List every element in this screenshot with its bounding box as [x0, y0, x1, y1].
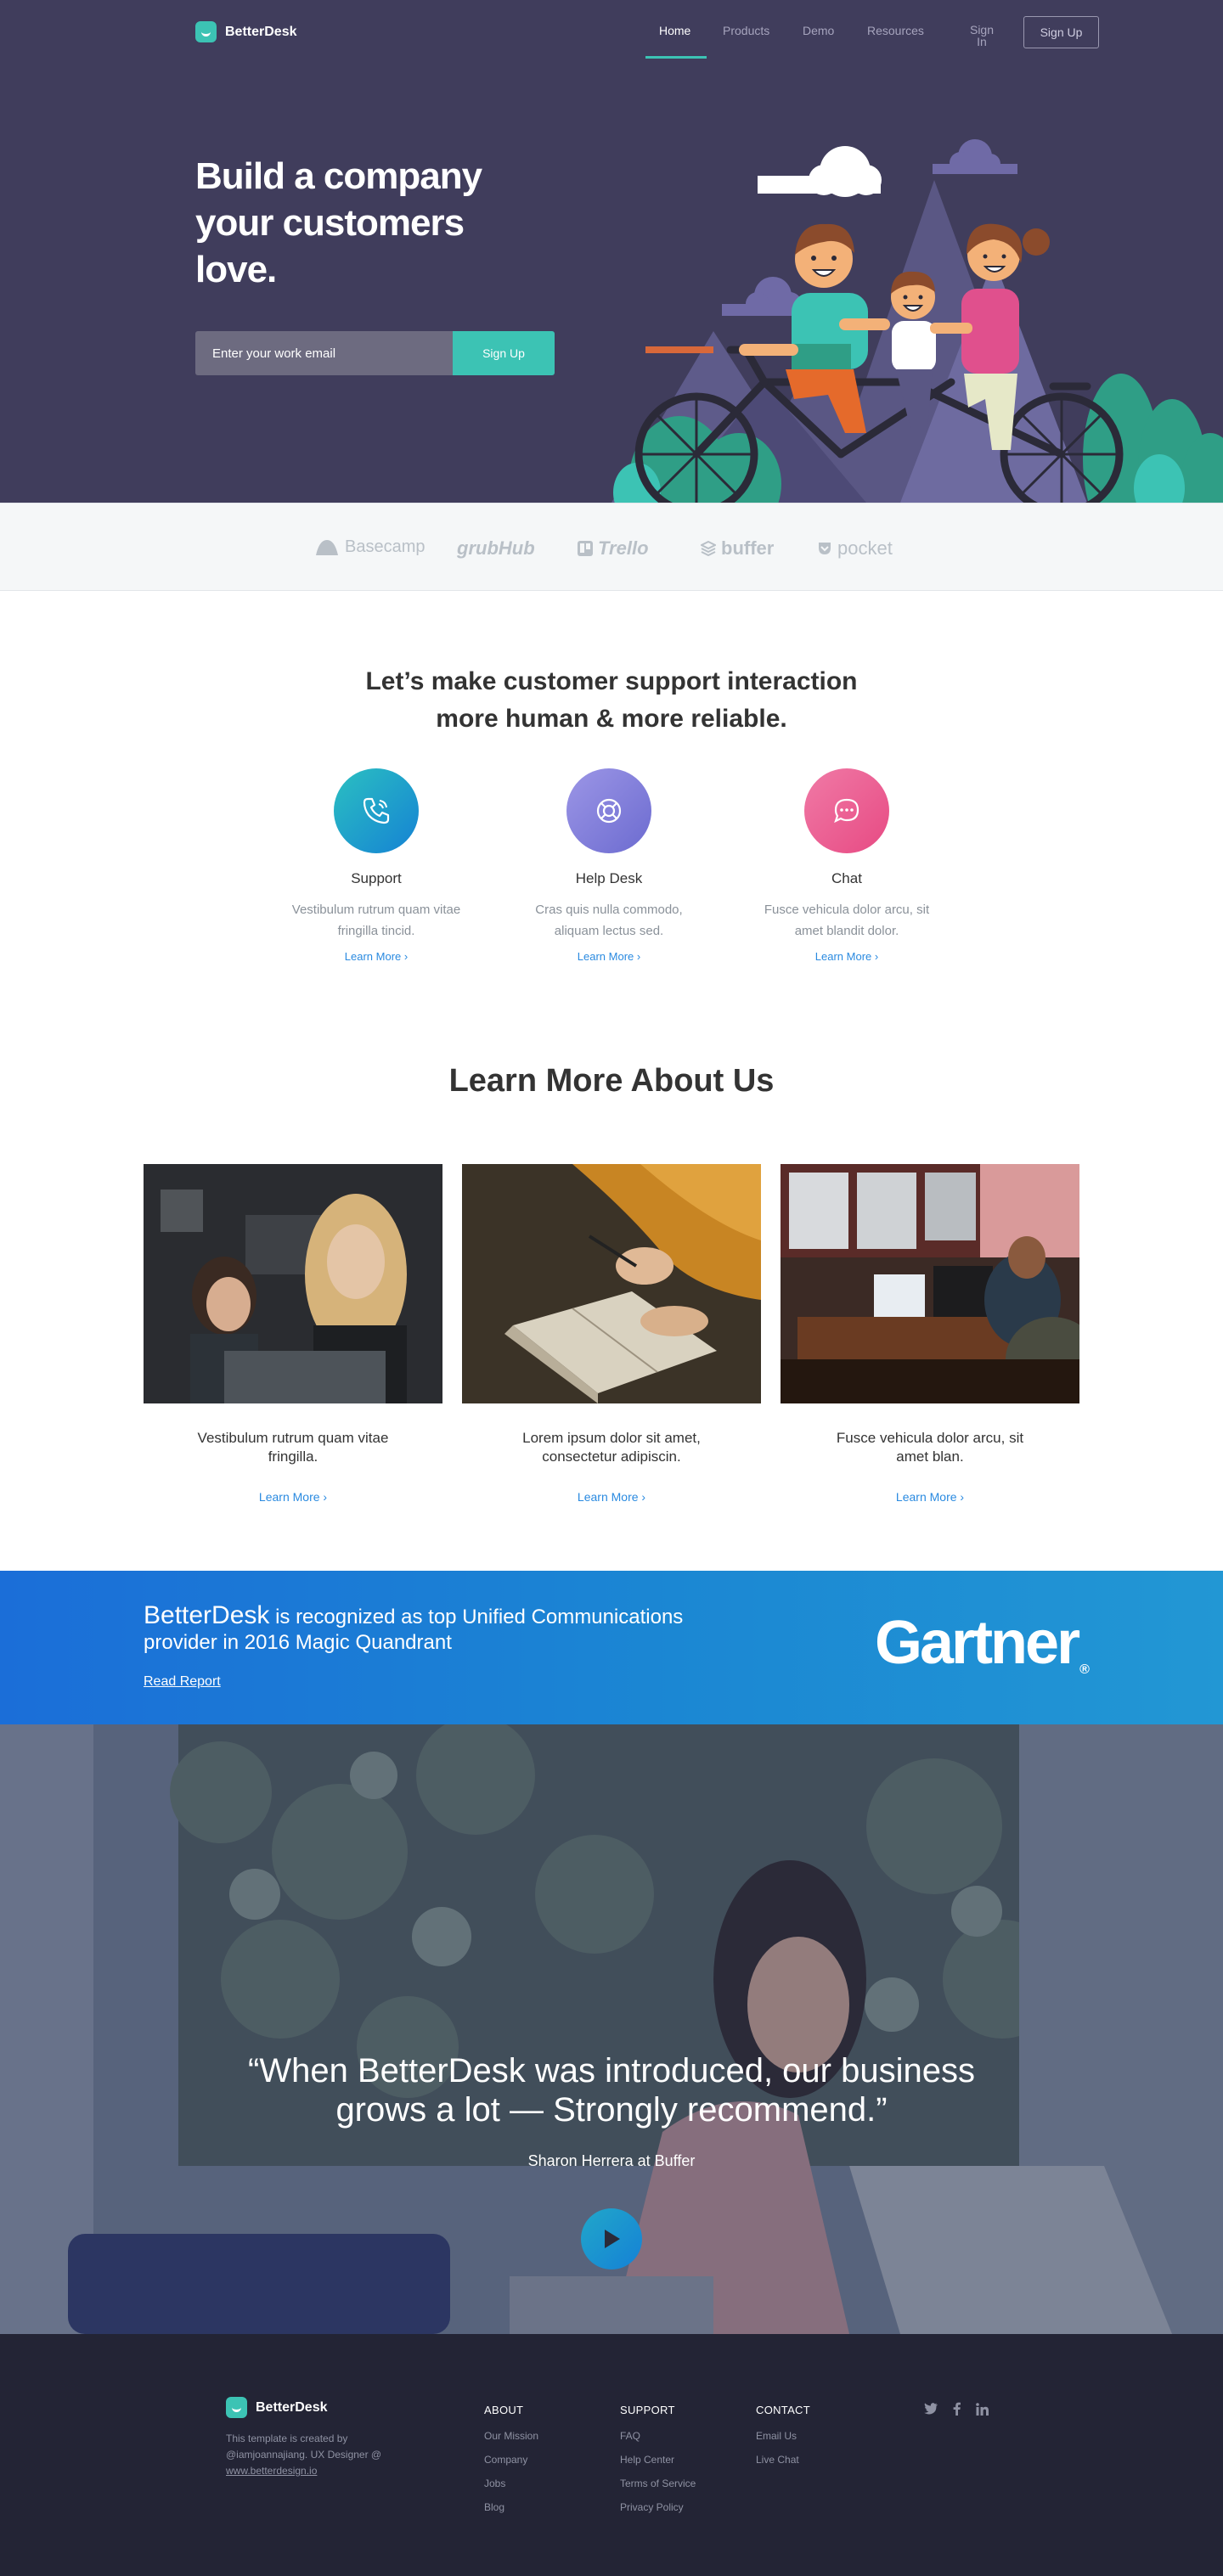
- nav-sign-in[interactable]: Sign In: [968, 24, 995, 48]
- signup-form: Sign Up: [195, 331, 555, 375]
- footer-link-email-us[interactable]: Email Us: [756, 2430, 810, 2442]
- testimonial-section: “When BetterDesk was introduced, our bus…: [0, 1724, 1223, 2334]
- chat-bubble-icon: [834, 798, 859, 824]
- card-text: Vestibulum rutrum quam vitae fringilla.: [197, 1430, 389, 1465]
- about-card: Lorem ipsum dolor sit amet, consectetur …: [462, 1164, 761, 1504]
- help-desk-learn-more-link[interactable]: Learn More ›: [578, 950, 640, 963]
- nav-demo[interactable]: Demo: [803, 24, 834, 37]
- gartner-banner: BetterDesk is recognized as top Unified …: [0, 1571, 1223, 1724]
- logo-icon: [226, 2397, 247, 2418]
- feature-name: Help Desk: [575, 870, 643, 886]
- gartner-brand-name: BetterDesk: [144, 1601, 270, 1629]
- hero-sign-up-button[interactable]: Sign Up: [453, 331, 555, 375]
- gartner-logo: Gartner ®: [875, 1609, 1090, 1677]
- chat-learn-more-link[interactable]: Learn More ›: [815, 950, 878, 963]
- coworkers-at-computer-photo: [144, 1164, 442, 1403]
- feature-name: Support: [351, 870, 402, 886]
- feature-icon-circle: [804, 768, 889, 853]
- social-links: [924, 2402, 989, 2416]
- feature-icon-circle: [334, 768, 419, 853]
- top-nav: BetterDesk Home Products Demo Resources …: [0, 0, 1223, 65]
- card-text: Lorem ipsum dolor sit amet, consectetur …: [522, 1430, 701, 1465]
- nav-products[interactable]: Products: [723, 24, 769, 37]
- pocket-icon: [819, 543, 831, 554]
- family-bicycle-illustration: [612, 139, 1223, 503]
- work-email-input[interactable]: [195, 331, 453, 375]
- cloud-icon: [758, 146, 882, 197]
- about-heading: Learn More About Us: [448, 1063, 775, 1099]
- buffer-logo: buffer: [701, 537, 774, 560]
- footer-column-support: SUPPORT FAQ Help Center Terms of Service…: [620, 2404, 696, 2525]
- nav-sign-up-button[interactable]: Sign Up: [1023, 16, 1099, 48]
- footer-link-blog[interactable]: Blog: [484, 2501, 538, 2513]
- play-icon: [605, 2230, 620, 2248]
- buffer-icon: [701, 541, 716, 556]
- nav-resources[interactable]: Resources: [867, 24, 924, 37]
- hero-section: BetterDesk Home Products Demo Resources …: [0, 0, 1223, 503]
- footer-column-contact: CONTACT Email Us Live Chat: [756, 2404, 810, 2478]
- grubhub-logo: grubHub: [457, 537, 535, 559]
- footer-link-help-center[interactable]: Help Center: [620, 2454, 696, 2466]
- footer-link-terms[interactable]: Terms of Service: [620, 2478, 696, 2489]
- basecamp-logo: Basecamp: [314, 537, 426, 557]
- twitter-icon[interactable]: [924, 2402, 938, 2416]
- brand-logo[interactable]: BetterDesk: [195, 21, 296, 42]
- footer-link-live-chat[interactable]: Live Chat: [756, 2454, 810, 2466]
- feature-description: Vestibulum rutrum quam vitae fringilla t…: [291, 903, 461, 938]
- footer-link-faq[interactable]: FAQ: [620, 2430, 696, 2442]
- pocket-logo: pocket: [817, 537, 893, 560]
- lifebuoy-icon: [596, 798, 622, 824]
- site-footer: BetterDesk This template is created by @…: [0, 2334, 1223, 2576]
- feature-name: Chat: [831, 870, 862, 886]
- testimonial-author: Sharon Herrera at Buffer: [527, 2152, 696, 2169]
- footer-column-title: CONTACT: [756, 2404, 810, 2416]
- footer-column-title: SUPPORT: [620, 2404, 675, 2416]
- office-workspace-photo: [781, 1164, 1079, 1403]
- linkedin-icon[interactable]: [975, 2402, 989, 2416]
- card-learn-more-link[interactable]: Learn More ›: [144, 1490, 442, 1504]
- basecamp-icon: [316, 539, 338, 555]
- client-logos-bar: Basecamp grubHub Trello buffer pocket: [0, 503, 1223, 591]
- feature-support: Support Vestibulum rutrum quam vitae fri…: [283, 768, 470, 965]
- logo-icon: [195, 21, 217, 42]
- betterdesign-link[interactable]: www.betterdesign.io: [226, 2465, 317, 2477]
- gartner-recognition-text: BetterDesk is recognized as top Unified …: [144, 1601, 684, 1655]
- support-learn-more-link[interactable]: Learn More ›: [345, 950, 408, 963]
- features-heading: Let’s make customer support interaction …: [365, 667, 858, 733]
- phone-icon: [363, 797, 390, 824]
- footer-link-privacy[interactable]: Privacy Policy: [620, 2501, 696, 2513]
- nav-home[interactable]: Home: [659, 24, 690, 37]
- card-learn-more-link[interactable]: Learn More ›: [781, 1490, 1079, 1504]
- footer-brand-logo[interactable]: BetterDesk: [226, 2397, 327, 2418]
- feature-help-desk: Help Desk Cras quis nulla commodo, aliqu…: [516, 768, 702, 965]
- footer-column-title: ABOUT: [484, 2404, 524, 2416]
- feature-description: Cras quis nulla commodo, aliquam lectus …: [535, 903, 683, 938]
- feature-icon-circle: [566, 768, 651, 853]
- footer-link-jobs[interactable]: Jobs: [484, 2478, 538, 2489]
- read-report-link[interactable]: Read Report: [144, 1674, 221, 1690]
- footer-link-our-mission[interactable]: Our Mission: [484, 2430, 538, 2442]
- feature-chat: Chat Fusce vehicula dolor arcu, sit amet…: [753, 768, 940, 965]
- card-text: Fusce vehicula dolor arcu, sit amet blan…: [836, 1430, 1024, 1465]
- trello-icon: [578, 541, 593, 556]
- hero-title: Build a company your customers love.: [195, 155, 482, 290]
- card-learn-more-link[interactable]: Learn More ›: [462, 1490, 761, 1504]
- feature-description: Fusce vehicula dolor arcu, sit amet blan…: [764, 903, 930, 938]
- footer-credit: This template is created by @iamjoannaji…: [226, 2433, 382, 2477]
- footer-link-company[interactable]: Company: [484, 2454, 538, 2466]
- testimonial-quote: “When BetterDesk was introduced, our bus…: [248, 2052, 975, 2129]
- play-video-button[interactable]: [581, 2208, 642, 2269]
- trello-logo: Trello: [578, 537, 649, 560]
- about-card: Vestibulum rutrum quam vitae fringilla. …: [144, 1164, 442, 1504]
- footer-column-about: ABOUT Our Mission Company Jobs Blog: [484, 2404, 538, 2525]
- nav-active-indicator: [645, 56, 707, 59]
- about-card: Fusce vehicula dolor arcu, sit amet blan…: [781, 1164, 1079, 1504]
- reading-book-photo: [462, 1164, 761, 1403]
- brand-name: BetterDesk: [225, 24, 297, 39]
- facebook-icon[interactable]: [950, 2402, 963, 2416]
